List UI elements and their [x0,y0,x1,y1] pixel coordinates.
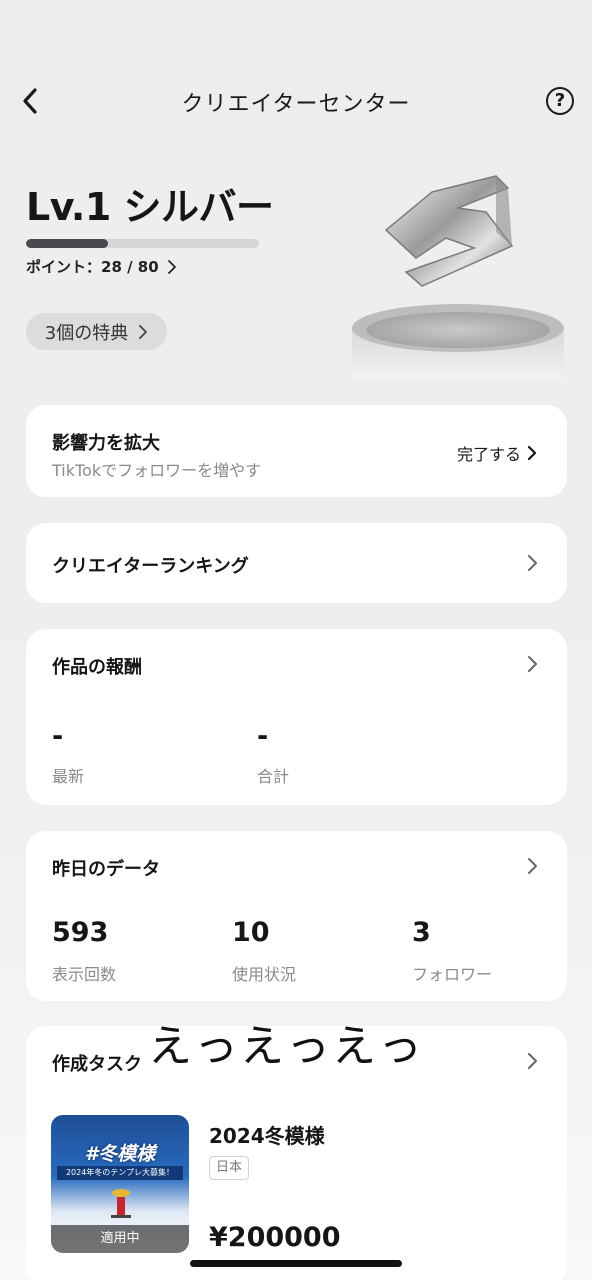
usage-label: 使用状況 [232,965,297,984]
chevron-right-icon [167,259,176,274]
home-indicator[interactable] [190,1260,402,1267]
followers-value: 3 [412,917,431,948]
question-circle-icon: ? [554,90,566,111]
handwritten-overlay-text: えっえっえっ [148,1021,424,1072]
points-progress-fill [26,239,108,248]
latest-reward-label: 最新 [52,767,85,786]
chevron-right-icon [139,324,148,339]
applied-badge: 適用中 [51,1225,189,1253]
influence-card[interactable]: 影響力を拡大 TikTokでフォロワーを増やす 完了する [26,405,567,497]
followers-label: フォロワー [412,965,493,984]
chevron-right-icon [527,445,537,461]
latest-reward-value: - [52,721,64,752]
chevron-right-icon [528,656,537,672]
impressions-value: 593 [52,917,109,948]
tasks-title: 作成タスク [52,1054,142,1075]
help-button[interactable]: ? [546,87,574,115]
thumbnail-title: #冬模様 [84,1143,156,1165]
total-reward-label: 合計 [257,767,290,786]
task-name: 2024冬模様 [209,1124,325,1148]
total-reward-value: - [257,721,269,752]
ranking-card[interactable]: クリエイターランキング [26,523,567,603]
rewards-card[interactable]: 作品の報酬 - 最新 - 合計 [26,629,567,805]
benefits-button[interactable]: 3個の特典 [26,313,167,350]
thumbnail-subtitle: 2024年冬のテンプレ大募集！ [57,1166,183,1180]
yesterday-title: 昨日のデータ [52,859,160,880]
ranking-title: クリエイターランキング [52,556,249,577]
complete-button[interactable]: 完了する [457,441,537,465]
points-link[interactable]: ポイント：28 / 80 [26,256,177,277]
task-reward: ¥200000 [209,1222,341,1253]
chevron-right-icon [528,1053,537,1069]
region-tag: 日本 [209,1156,250,1180]
chevron-right-icon [528,555,537,571]
influence-title: 影響力を拡大 [52,433,160,454]
page-title: クリエイターセンター [181,92,411,117]
usage-value: 10 [232,917,270,948]
skier-figure-icon [111,1189,131,1218]
rewards-title: 作品の報酬 [52,657,142,678]
silver-trophy-icon [346,168,570,380]
influence-subtitle: TikTokでフォロワーを増やす [52,461,262,480]
impressions-label: 表示回数 [52,965,117,984]
yesterday-data-card[interactable]: 昨日のデータ 593 表示回数 10 使用状況 3 フォロワー [26,831,567,1001]
complete-label: 完了する [456,445,521,464]
task-thumbnail[interactable]: #冬模様 2024年冬のテンプレ大募集！ 適用中 [51,1115,189,1253]
chevron-right-icon [528,858,537,874]
points-progress-bar [26,239,259,248]
points-text: ポイント：28 / 80 [26,258,159,276]
benefits-label: 3個の特典 [44,322,129,344]
level-title: Lv.1 シルバー [26,185,274,229]
